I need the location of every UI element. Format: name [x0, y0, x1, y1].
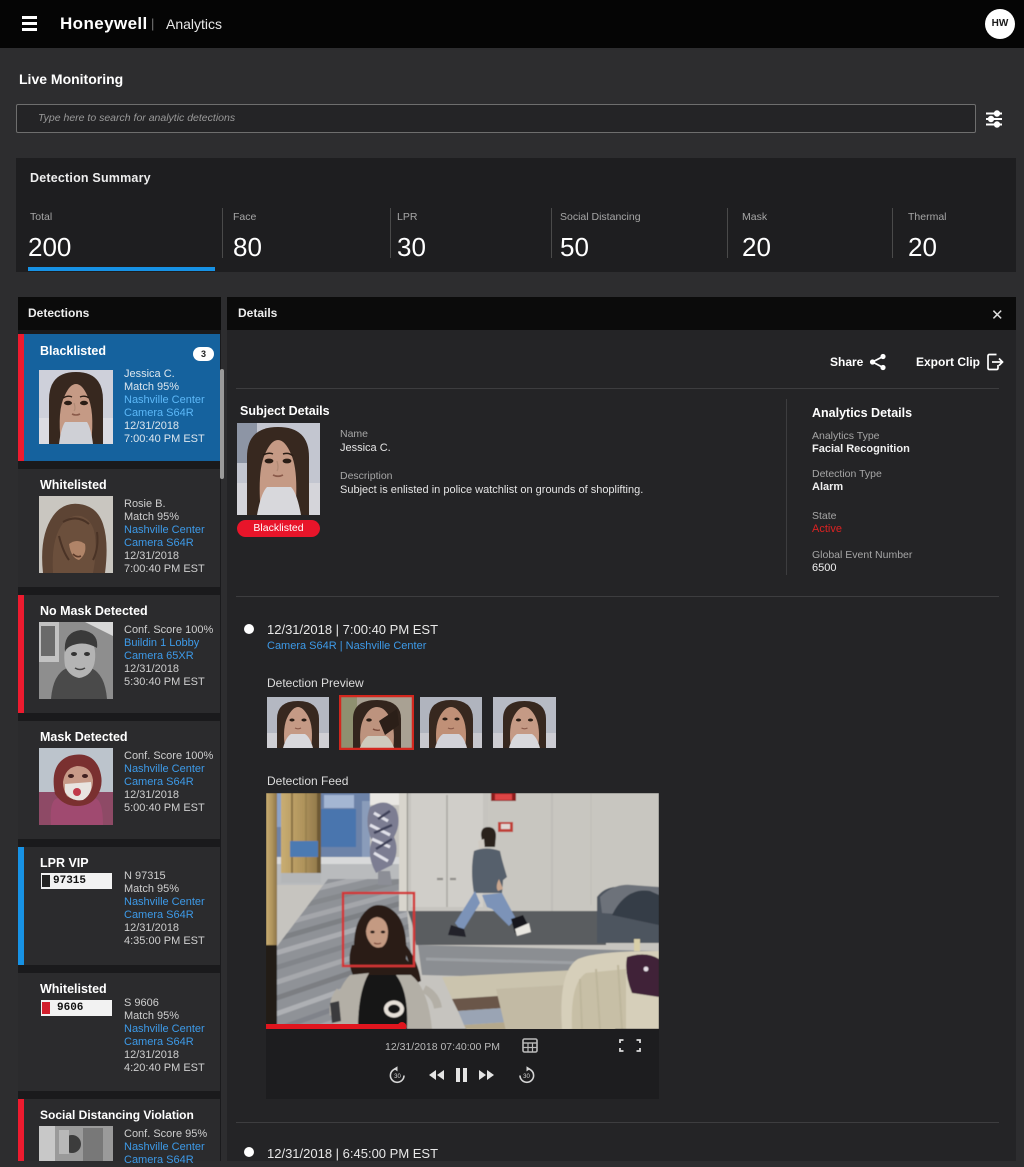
svg-text:30: 30 — [394, 1074, 401, 1080]
svg-text:30: 30 — [523, 1074, 530, 1080]
